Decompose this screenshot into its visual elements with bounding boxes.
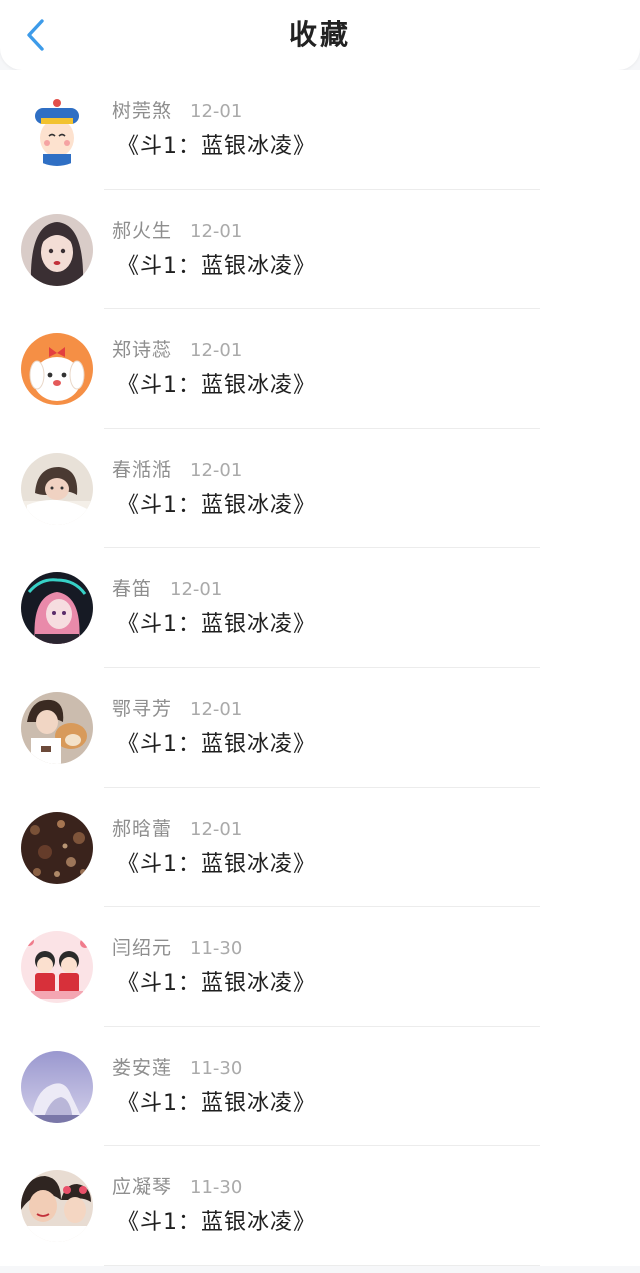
favorite-item[interactable]: 闫绍元 11-30 《斗1：蓝银冰凌》	[0, 907, 640, 1027]
avatar[interactable]	[21, 452, 93, 525]
user-name: 树莞煞	[112, 100, 173, 122]
avatar[interactable]	[21, 1050, 93, 1123]
date: 11-30	[190, 938, 243, 960]
work-title[interactable]: 《斗1：蓝银冰凌》	[117, 487, 316, 519]
user-name: 郝晗蕾	[112, 817, 173, 840]
date: 12-01	[190, 459, 243, 481]
meta-line: 应凝琴 11-30	[112, 1172, 242, 1199]
user-name: 娄安莲	[112, 1056, 173, 1079]
favorite-item[interactable]: 娄安莲 11-30 《斗1：蓝银冰凌》	[0, 1027, 640, 1147]
favorite-item[interactable]: 春笛 12-01 《斗1：蓝银冰凌》	[0, 548, 640, 668]
meta-line: 春笛 12-01	[112, 574, 222, 601]
page-title: 收藏	[288, 18, 351, 51]
meta-line: 郑诗蕊 12-01	[112, 335, 242, 362]
date: 11-30	[190, 1057, 243, 1079]
favorite-item[interactable]: 鄂寻芳 12-01 《斗1：蓝银冰凌》	[0, 668, 640, 788]
work-title[interactable]: 《斗1：蓝银冰凌》	[117, 128, 316, 160]
avatar[interactable]	[21, 1170, 93, 1243]
top-bar: 收藏	[0, 0, 640, 70]
avatar[interactable]	[21, 691, 93, 764]
user-name: 鄂寻芳	[112, 697, 173, 720]
work-title[interactable]: 《斗1：蓝银冰凌》	[117, 846, 316, 878]
work-title[interactable]: 《斗1：蓝银冰凌》	[117, 1085, 316, 1117]
user-name: 闫绍元	[112, 937, 173, 960]
user-name: 应凝琴	[112, 1176, 173, 1199]
date: 12-01	[190, 220, 243, 242]
favorite-item[interactable]: 郑诗蕊 12-01 《斗1：蓝银冰凌》	[0, 309, 640, 429]
favorite-item[interactable]: 春湉湉 12-01 《斗1：蓝银冰凌》	[0, 429, 640, 549]
divider	[104, 1264, 540, 1266]
user-name: 春湉湉	[112, 458, 173, 481]
date: 12-01	[190, 340, 243, 362]
favorite-item[interactable]: 树莞煞 12-01 《斗1：蓝银冰凌》	[0, 70, 640, 190]
work-title[interactable]: 《斗1：蓝银冰凌》	[117, 248, 316, 280]
favorite-item[interactable]: 郝火生 12-01 《斗1：蓝银冰凌》	[0, 190, 640, 310]
user-name: 郝火生	[112, 219, 173, 242]
meta-line: 鄂寻芳 12-01	[112, 694, 242, 721]
work-title[interactable]: 《斗1：蓝银冰凌》	[117, 367, 316, 399]
user-name: 郑诗蕊	[112, 339, 173, 362]
meta-line: 闫绍元 11-30	[112, 933, 242, 960]
work-title[interactable]: 《斗1：蓝银冰凌》	[117, 726, 316, 758]
avatar[interactable]	[21, 94, 93, 166]
avatar[interactable]	[21, 333, 93, 406]
avatar[interactable]	[21, 931, 93, 1004]
meta-line: 春湉湉 12-01	[112, 455, 242, 482]
avatar[interactable]	[21, 572, 93, 645]
date: 12-01	[190, 698, 243, 720]
favorites-screen: 收藏 树莞煞 12-01 《斗1：蓝银冰凌》 郝火生 12-01 《斗1：蓝银冰…	[0, 0, 640, 1273]
date: 12-01	[190, 101, 243, 122]
date: 12-01	[190, 818, 243, 840]
meta-line: 娄安莲 11-30	[112, 1053, 242, 1080]
meta-line: 树莞煞 12-01	[112, 96, 242, 123]
favorite-item[interactable]: 应凝琴 11-30 《斗1：蓝银冰凌》	[0, 1146, 640, 1266]
date: 12-01	[170, 579, 223, 601]
meta-line: 郝火生 12-01	[112, 216, 242, 243]
avatar[interactable]	[21, 213, 93, 286]
user-name: 春笛	[112, 578, 153, 601]
work-title[interactable]: 《斗1：蓝银冰凌》	[117, 965, 316, 997]
favorite-item[interactable]: 郝晗蕾 12-01 《斗1：蓝银冰凌》	[0, 788, 640, 908]
date: 11-30	[190, 1177, 243, 1199]
meta-line: 郝晗蕾 12-01	[112, 814, 242, 841]
work-title[interactable]: 《斗1：蓝银冰凌》	[117, 1204, 316, 1236]
favorites-list: 树莞煞 12-01 《斗1：蓝银冰凌》 郝火生 12-01 《斗1：蓝银冰凌》 …	[0, 70, 640, 1266]
avatar[interactable]	[21, 811, 93, 884]
work-title[interactable]: 《斗1：蓝银冰凌》	[117, 606, 316, 638]
